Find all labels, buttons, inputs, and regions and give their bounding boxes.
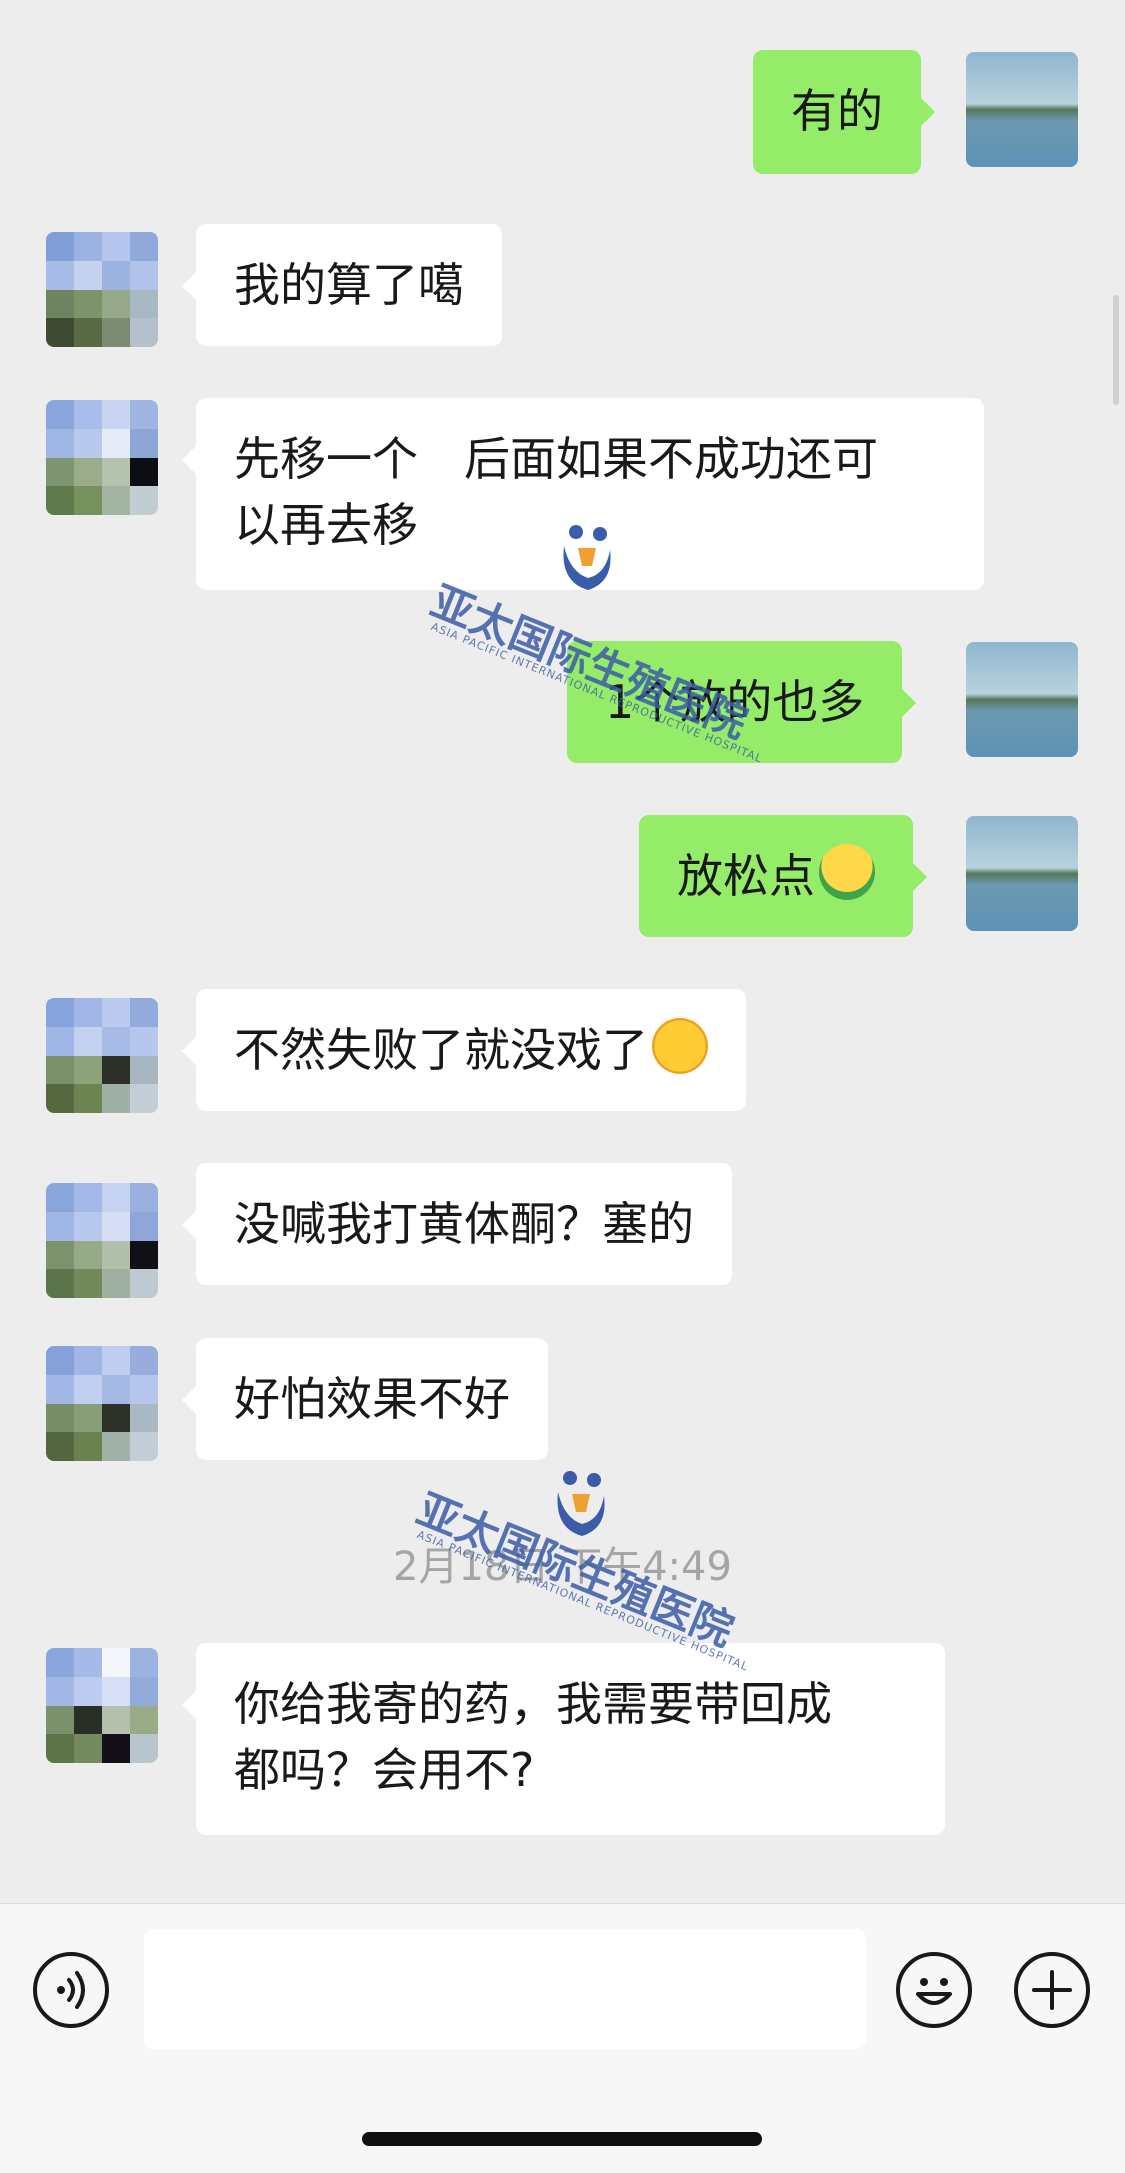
received-message[interactable]: 没喊我打黄体酮？塞的 (182, 1163, 732, 1285)
contact-avatar[interactable] (46, 400, 158, 515)
message-line: 以再去移 (234, 498, 418, 552)
emoji-icon (916, 1978, 952, 2005)
contact-avatar[interactable] (46, 1648, 158, 1763)
voice-icon (57, 1971, 85, 2009)
message-text: 我的算了噶 (234, 258, 464, 312)
message-line: 你给我寄的药，我需要带回成 (234, 1677, 832, 1731)
message-text: 放松点 (677, 849, 815, 903)
contact-avatar[interactable] (46, 232, 158, 347)
crying-face-emoji (652, 1018, 708, 1074)
emoji-button[interactable] (896, 1952, 972, 2028)
received-message[interactable]: 先移一个 后面如果不成功还可 以再去移 (182, 398, 984, 590)
upside-down-face-emoji (819, 844, 875, 900)
message-text: 好怕效果不好 (234, 1372, 510, 1426)
message-line: 先移一个 后面如果不成功还可 (234, 432, 878, 486)
scrollbar[interactable] (1113, 295, 1119, 405)
sent-message[interactable]: 有的 (753, 50, 935, 174)
voice-button[interactable] (33, 1952, 109, 2028)
my-avatar[interactable] (966, 52, 1078, 167)
sent-message[interactable]: 放松点 (639, 815, 927, 937)
my-avatar[interactable] (966, 642, 1078, 757)
message-text: 1个放的也多 (605, 675, 865, 729)
received-message[interactable]: 好怕效果不好 (182, 1338, 548, 1460)
message-text: 没喊我打黄体酮？塞的 (234, 1197, 694, 1251)
home-indicator[interactable] (362, 2132, 762, 2146)
timestamp: 2月18日 下午4:49 (393, 1544, 732, 1590)
add-icon (1032, 1970, 1072, 2010)
message-text: 不然失败了就没戏了 (234, 1023, 648, 1077)
received-message[interactable]: 不然失败了就没戏了 (182, 989, 746, 1111)
received-message[interactable]: 我的算了噶 (182, 224, 502, 346)
hospital-logo-icon (557, 1471, 605, 1536)
received-message[interactable]: 你给我寄的药，我需要带回成 都吗？会用不? (182, 1643, 945, 1835)
sent-message[interactable]: 1个放的也多 (567, 641, 917, 763)
contact-avatar[interactable] (46, 998, 158, 1113)
contact-avatar[interactable] (46, 1346, 158, 1461)
contact-avatar[interactable] (46, 1183, 158, 1298)
message-text: 有的 (791, 84, 883, 138)
add-button[interactable] (1014, 1952, 1090, 2028)
message-line: 都吗？会用不? (234, 1743, 535, 1797)
my-avatar[interactable] (966, 816, 1078, 931)
message-input[interactable] (144, 1929, 866, 2049)
